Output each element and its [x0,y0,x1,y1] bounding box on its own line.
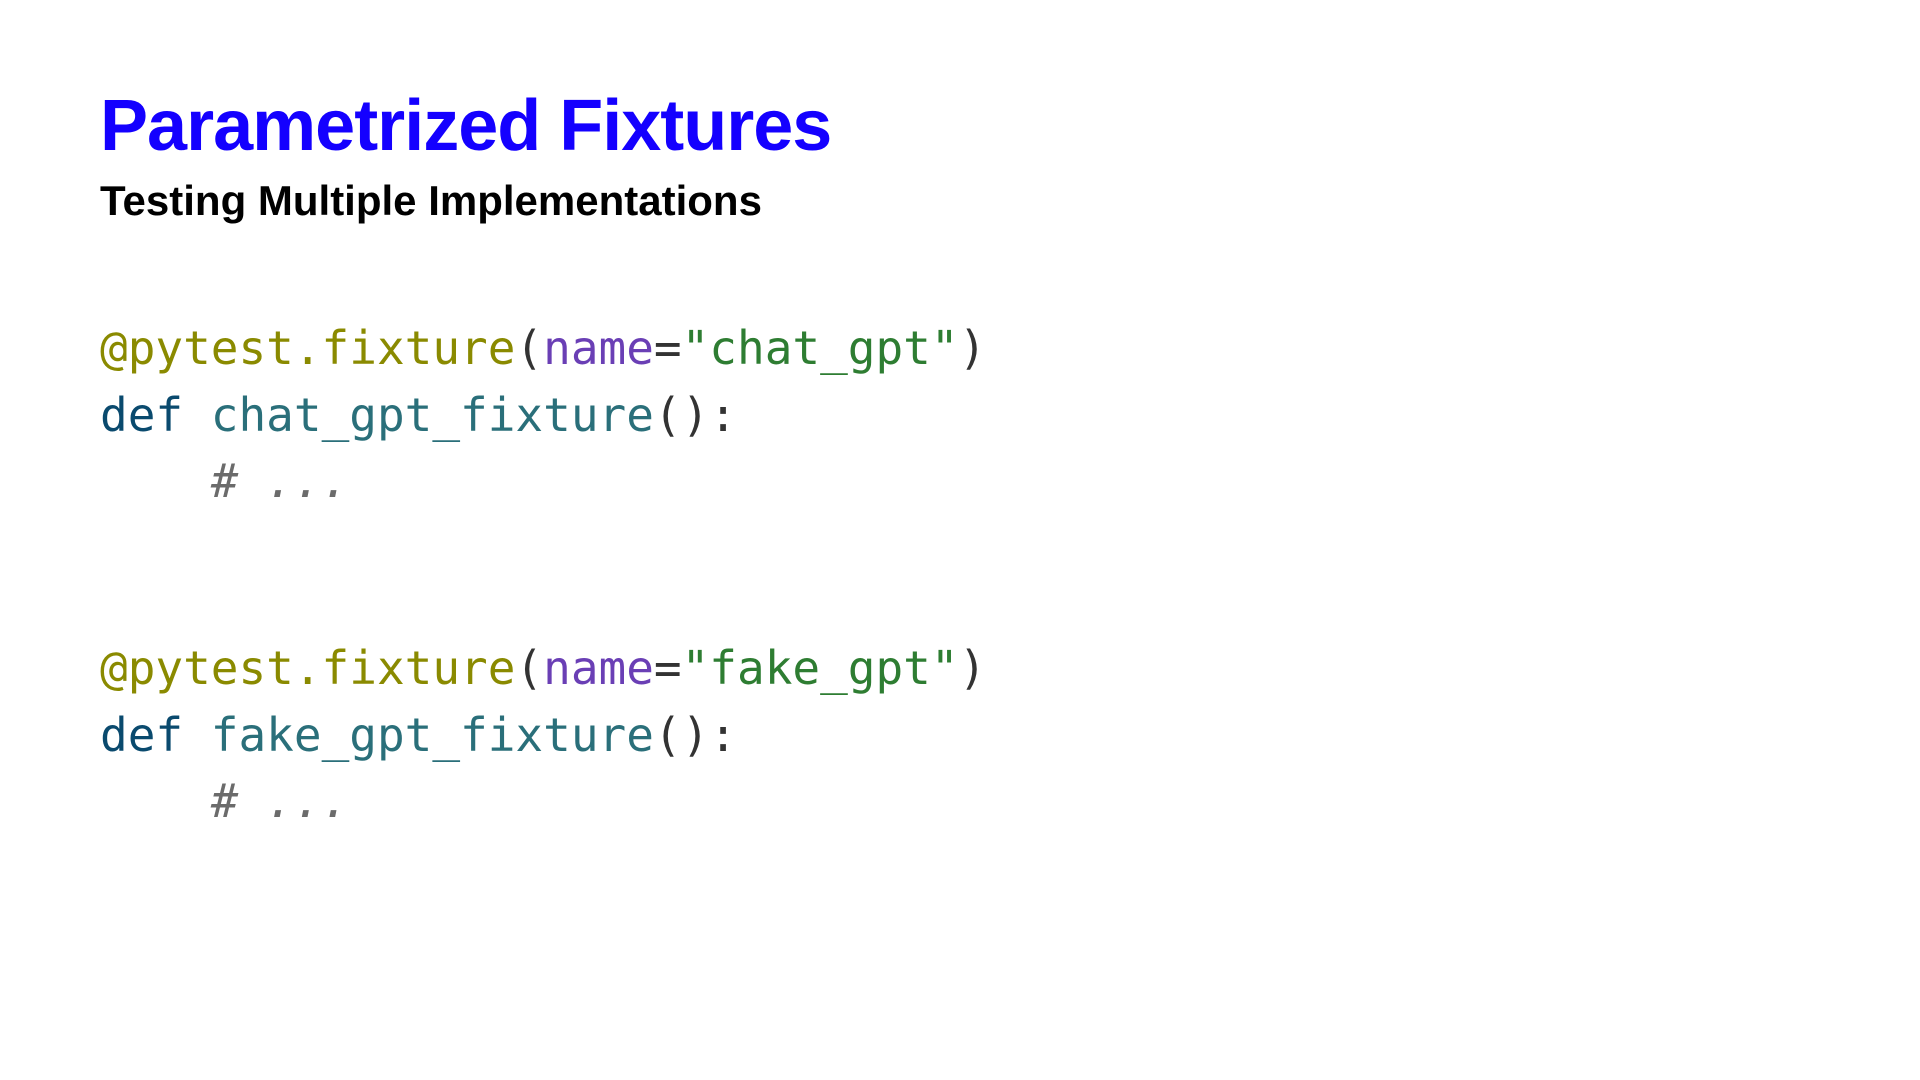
keyword-token: def [100,708,183,762]
param-token: name [543,641,654,695]
comment-token: # ... [211,774,349,828]
decorator-token: @pytest.fixture [100,641,515,695]
indent-token [100,774,211,828]
punct-token: ( [515,321,543,375]
punct-token: ) [959,321,987,375]
code-block-1: @pytest.fixture(name="chat_gpt") def cha… [100,315,1820,515]
param-token: name [543,321,654,375]
keyword-token: def [100,388,183,442]
indent-token [100,454,211,508]
string-token: "fake_gpt" [682,641,959,695]
punct-token: ( [515,641,543,695]
space-token [183,708,211,762]
slide-title: Parametrized Fixtures [100,85,1820,167]
decorator-token: @pytest.fixture [100,321,515,375]
slide-subtitle: Testing Multiple Implementations [100,177,1820,225]
funcname-token: fake_gpt_fixture [211,708,654,762]
comment-token: # ... [211,454,349,508]
op-token: = [654,641,682,695]
punct-token: ) [959,641,987,695]
punct-token: (): [654,388,737,442]
code-block-2: @pytest.fixture(name="fake_gpt") def fak… [100,635,1820,835]
code-gap [100,515,1820,635]
punct-token: (): [654,708,737,762]
space-token [183,388,211,442]
op-token: = [654,321,682,375]
funcname-token: chat_gpt_fixture [211,388,654,442]
string-token: "chat_gpt" [682,321,959,375]
